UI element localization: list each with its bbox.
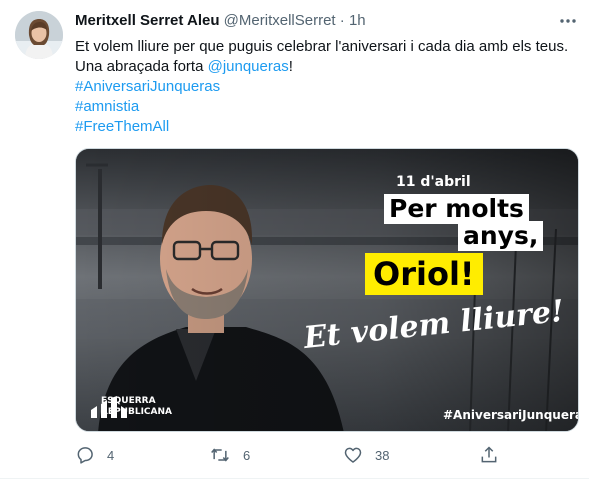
tweet-text-prefix: Una abraçada forta <box>75 58 208 75</box>
share-icon <box>481 446 497 463</box>
heart-icon <box>344 447 362 463</box>
separator-dot: · <box>339 12 345 29</box>
reply-button[interactable]: 4 <box>75 442 114 468</box>
avatar[interactable] <box>15 11 63 59</box>
author-name[interactable]: Meritxell Serret Aleu <box>75 12 220 29</box>
image-headline-line-2: anys, <box>458 221 544 251</box>
photo-background <box>76 149 578 431</box>
party-logo: ESQUERRA REPUBLICANA <box>89 396 172 418</box>
hashtag-link[interactable]: #FreeThemAll <box>75 117 575 137</box>
tweet-actions: 4 6 38 <box>75 442 555 468</box>
reply-icon <box>77 447 93 464</box>
reply-count: 4 <box>107 447 115 463</box>
hashtag-link[interactable]: #amnistia <box>75 97 575 117</box>
tweet-text-line-2: Una abraçada forta @junqueras! <box>75 57 575 77</box>
tweet-text-line-1: Et volem lliure per que puguis celebrar … <box>75 38 569 55</box>
more-horizontal-icon <box>560 19 576 23</box>
image-date: 11 d'abril <box>396 174 471 190</box>
share-button[interactable] <box>479 442 499 468</box>
tweet-header: Meritxell Serret Aleu @MeritxellSerret ·… <box>75 11 366 31</box>
tweet-image[interactable]: 11 d'abril Per molts anys, Oriol! Et vol… <box>75 148 579 432</box>
author-handle[interactable]: @MeritxellSerret <box>224 12 336 29</box>
hashtag-link[interactable]: #AniversariJunqueras <box>75 77 575 97</box>
more-button[interactable] <box>556 10 580 32</box>
tweet-text-suffix: ! <box>288 58 293 75</box>
mention-link[interactable]: @junqueras <box>208 58 289 75</box>
image-hashtag: #AniversariJunqueras <box>443 408 579 422</box>
tweet-text: Et volem lliure per que puguis celebrar … <box>75 37 575 137</box>
retweet-button[interactable]: 6 <box>209 442 250 468</box>
image-headline-name: Oriol! <box>365 253 483 295</box>
timestamp[interactable]: 1h <box>349 12 366 29</box>
like-count: 38 <box>375 447 390 463</box>
tweet[interactable]: Meritxell Serret Aleu @MeritxellSerret ·… <box>0 0 589 479</box>
retweet-count: 6 <box>243 447 251 463</box>
party-logo-icon <box>91 396 127 418</box>
image-headline-line-1: Per molts <box>384 194 529 224</box>
retweet-icon <box>211 448 229 462</box>
like-button[interactable]: 38 <box>343 442 389 468</box>
